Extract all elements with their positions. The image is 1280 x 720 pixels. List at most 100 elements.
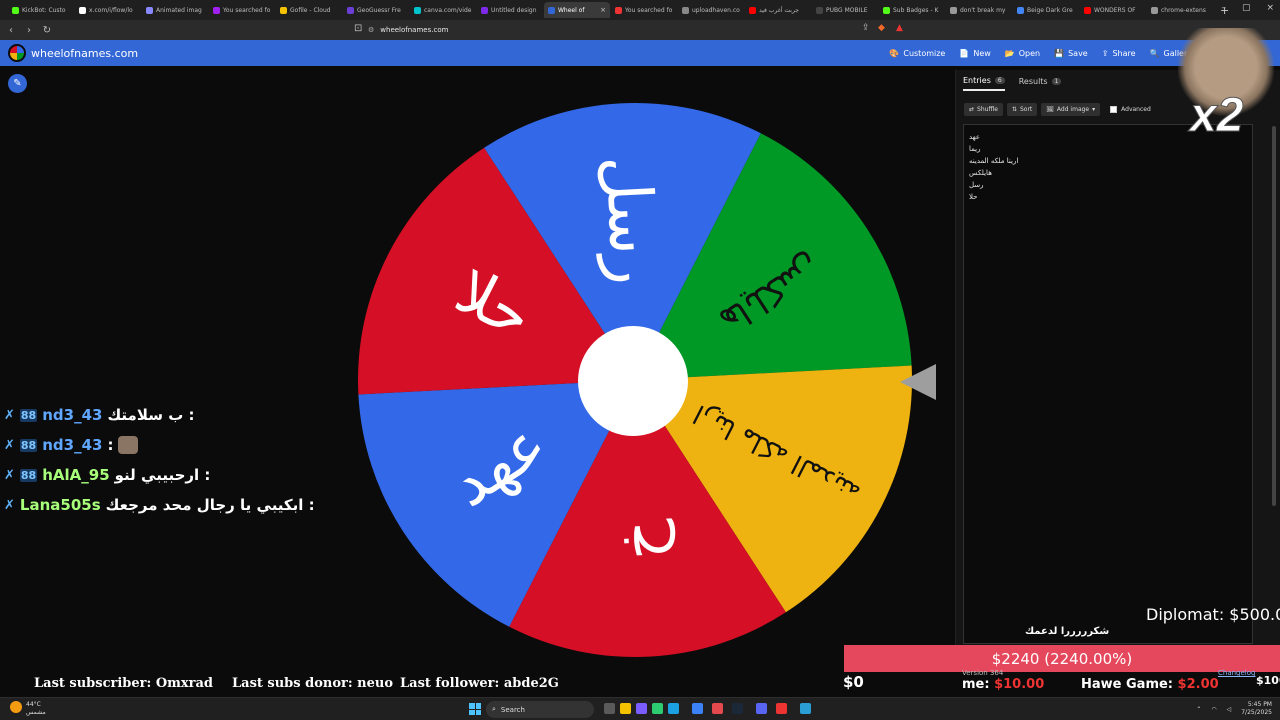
goal-progress-label: $2240 (2240.00%) [991, 650, 1133, 668]
weather-temp: 44°C [26, 701, 41, 708]
entries-panel: Entries 6 Results 1 ⇄ Shuffle ⇅ Sort 🖼 A… [955, 70, 1280, 645]
brave-shield-icon[interactable]: ◆ [878, 23, 885, 33]
goal-progress-bar: $2240 (2240.00%) [844, 645, 1280, 672]
notepad-icon[interactable] [800, 703, 811, 714]
browser-tab[interactable]: GeoGuessr Fre [343, 2, 409, 18]
copilot-icon[interactable] [636, 703, 647, 714]
browser-tab[interactable]: x.com/i/flow/lo [75, 2, 141, 18]
edge-icon[interactable] [668, 703, 679, 714]
minimize-button[interactable]: – [1221, 3, 1226, 13]
tab-results[interactable]: Results 1 [1019, 76, 1062, 91]
system-tray: ⌃ ◠ ◁ 5:45 PM 7/25/2025 [1196, 701, 1272, 717]
version-text: Version 364 [962, 669, 1004, 677]
file-explorer-icon[interactable] [620, 703, 631, 714]
app-icon[interactable] [652, 703, 663, 714]
browser-tab[interactable]: Untitled design [477, 2, 543, 18]
site-name[interactable]: wheelofnames.com [31, 47, 138, 60]
chevron-up-icon[interactable]: ⌃ [1196, 706, 1201, 713]
taskbar-search[interactable]: ⌕ Search [486, 701, 594, 718]
chat-username: hAlA_95 [42, 466, 110, 484]
browser-tab[interactable]: You searched fo [209, 2, 275, 18]
obs-icon[interactable] [776, 703, 787, 714]
browser-tab[interactable]: uploadhaven.co [678, 2, 744, 18]
browser-tab[interactable]: KickBot: Custo [8, 2, 74, 18]
notification-icon[interactable]: ▲ [896, 23, 903, 33]
browser-tab[interactable]: PUBG MOBILE [812, 2, 878, 18]
folder-icon: 📂 [1004, 48, 1015, 58]
url-field[interactable]: ⚙ wheelofnames.com [368, 22, 848, 38]
thanks-text: شكرررررا لدعمك [1025, 626, 1110, 637]
chrome-icon[interactable] [692, 703, 703, 714]
tab-entries-label: Entries [963, 76, 991, 85]
tab-entries[interactable]: Entries 6 [963, 76, 1005, 91]
advanced-label: Advanced [1121, 106, 1151, 113]
tab-favicon-icon [347, 6, 354, 14]
changelog-link[interactable]: Changelog [1218, 669, 1255, 677]
tab-favicon-icon [548, 6, 555, 14]
chevron-down-icon: ▾ [1092, 106, 1096, 113]
volume-icon[interactable]: ◁ [1227, 706, 1232, 713]
sword-badge-icon: ✗ [4, 497, 15, 513]
wheel-center-hub[interactable] [578, 326, 688, 436]
clock[interactable]: 5:45 PM 7/25/2025 [1241, 701, 1272, 717]
wheel-logo-icon[interactable] [8, 44, 26, 62]
browser-tab-label: You searched fo [625, 6, 673, 14]
entries-textarea[interactable]: عهد ريما ارينا ملكه المدينه هايلكس رسل حلا [963, 124, 1253, 644]
forward-button[interactable]: › [22, 25, 36, 36]
maximize-button[interactable]: ▢ [1242, 3, 1251, 13]
chat-message: ارحبيبي لنو : [114, 466, 211, 484]
menu-share-button[interactable]: ⇪ Share [1102, 49, 1136, 58]
browser-tab[interactable]: You searched fo [611, 2, 677, 18]
windows-start-icon[interactable] [469, 703, 481, 715]
browser-tab-label: KickBot: Custo [22, 6, 66, 14]
add-image-button[interactable]: 🖼 Add image ▾ [1041, 103, 1101, 116]
browser-tab[interactable]: canva.com/vide [410, 2, 476, 18]
site-menu: 🎨Customize📄New📂Open💾Save⇪Share🔍Gallery [889, 40, 1192, 66]
entry-line: ارينا ملكه المدينه [969, 157, 1019, 165]
reload-button[interactable]: ↻ [40, 25, 54, 36]
browser-tab[interactable]: Animated imag [142, 2, 208, 18]
browser-tab[interactable]: don't break my [946, 2, 1012, 18]
menu-new-button[interactable]: 📄 New [959, 49, 990, 58]
url-text: wheelofnames.com [380, 26, 449, 34]
close-tab-icon[interactable]: × [600, 6, 606, 14]
menu-open-button[interactable]: 📂 Open [1005, 49, 1040, 58]
tab-favicon-icon [1084, 6, 1091, 14]
browser-tab-label: uploadhaven.co [692, 6, 740, 14]
browser-tab[interactable]: Gofile - Cloud [276, 2, 342, 18]
shuffle-button[interactable]: ⇄ Shuffle [964, 103, 1003, 116]
browser-tab-label: GeoGuessr Fre [357, 6, 401, 14]
browser-tab[interactable]: جربت أغرب فيد [745, 2, 811, 18]
brave-icon[interactable] [712, 703, 723, 714]
browser-tab[interactable]: Beige Dark Gre [1013, 2, 1079, 18]
weather-widget[interactable]: 44°C مشمس [10, 701, 46, 717]
site-info-icon[interactable]: ⚙ [368, 26, 374, 34]
browser-tab[interactable]: WONDERS OF [1080, 2, 1146, 18]
wifi-icon[interactable]: ◠ [1211, 706, 1216, 713]
browser-tab[interactable]: Wheel of × [544, 2, 610, 18]
close-window-button[interactable]: × [1266, 3, 1274, 13]
bookmark-icon[interactable]: ⊡ [354, 23, 362, 34]
advanced-checkbox[interactable] [1110, 106, 1118, 113]
entry-line: هايلكس [969, 169, 992, 177]
scrollbar[interactable] [1272, 126, 1276, 506]
share-page-icon[interactable]: ⇪ [862, 23, 870, 33]
sort-button[interactable]: ⇅ Sort [1006, 103, 1038, 116]
back-button[interactable]: ‹ [4, 25, 18, 36]
tab-favicon-icon [79, 6, 86, 14]
edit-icon[interactable]: ✎ [8, 74, 27, 93]
task-view-icon[interactable] [604, 703, 615, 714]
sword-badge-icon: ✗ [4, 437, 15, 453]
steam-icon[interactable] [732, 703, 743, 714]
wheel[interactable]: هايلكسارينا ملكه المدينهخعهدحلارسل [355, 100, 915, 660]
browser-tab[interactable]: chrome-extens [1147, 2, 1213, 18]
discord-icon[interactable] [756, 703, 767, 714]
wheel-pointer-icon [900, 364, 936, 400]
menu-customize-button[interactable]: 🎨 Customize [889, 49, 945, 58]
chat-line: ✗ Lana505s ابكيبي يا رجال محد مرجعك : [4, 490, 315, 520]
browser-tab[interactable]: Sub Badges - K [879, 2, 945, 18]
menu-save-button[interactable]: 💾 Save [1054, 49, 1088, 58]
wheel-segment-label: رسل [591, 154, 671, 286]
advanced-toggle[interactable]: Advanced [1110, 106, 1151, 113]
subscriber-badge-icon: 88 [19, 468, 38, 482]
